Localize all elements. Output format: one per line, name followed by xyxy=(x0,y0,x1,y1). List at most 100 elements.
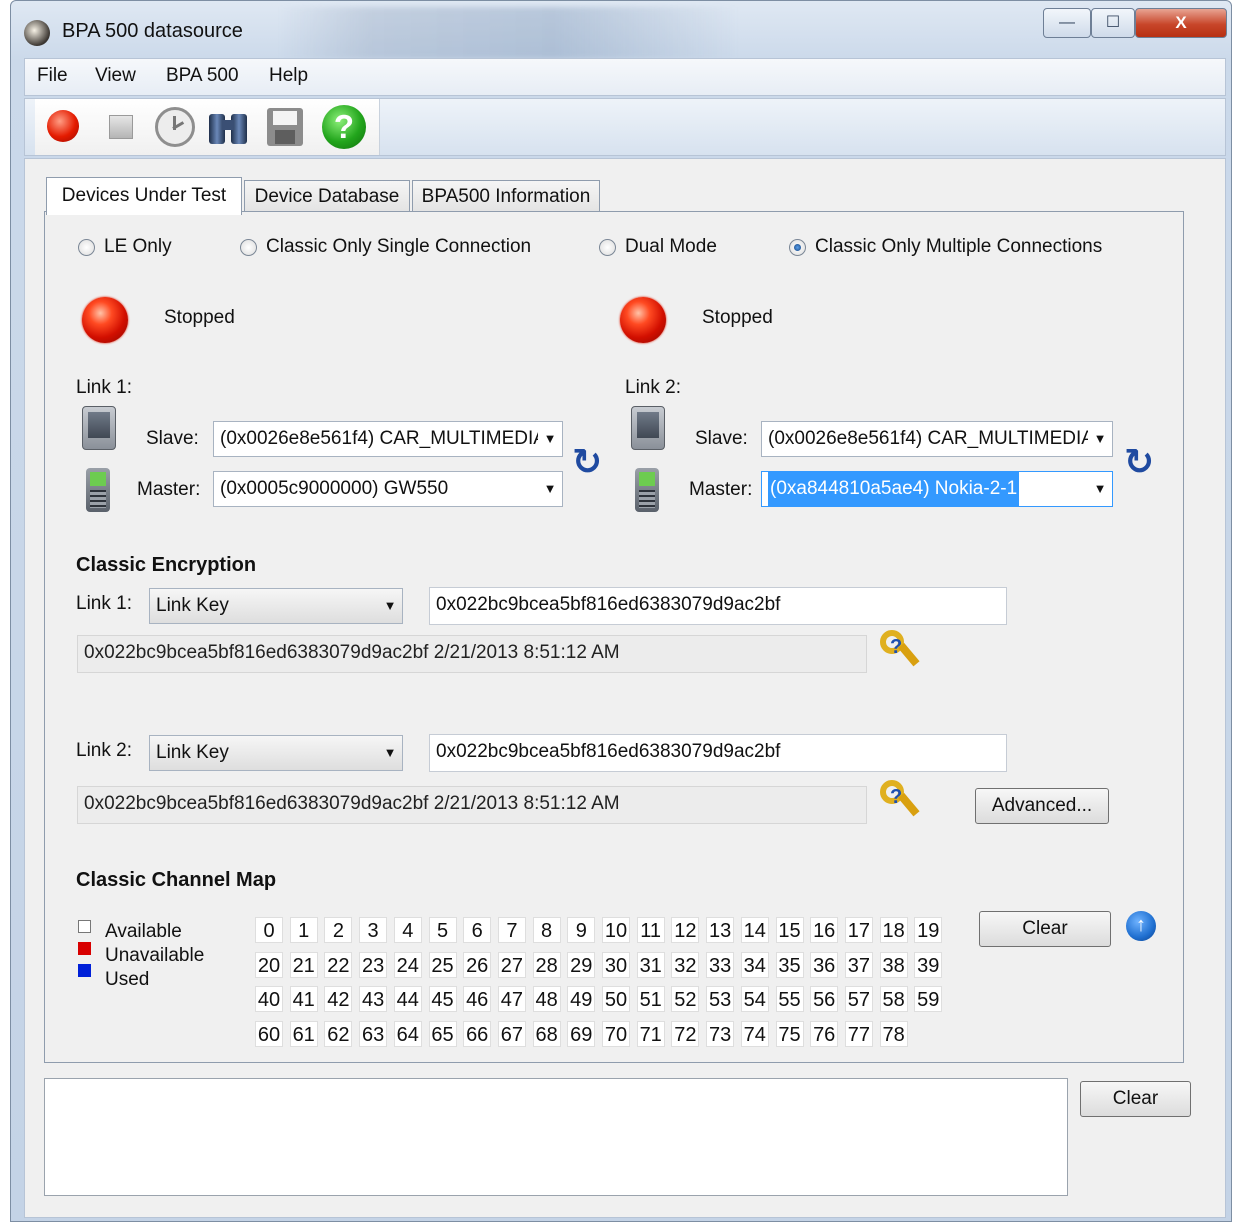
channel-clear-button[interactable]: Clear xyxy=(979,911,1111,947)
radio-dual-mode[interactable] xyxy=(599,239,616,256)
channel-cell[interactable]: 15 xyxy=(775,917,804,943)
close-button[interactable]: X xyxy=(1135,8,1227,38)
channel-cell[interactable]: 42 xyxy=(324,986,353,1012)
log-clear-button[interactable]: Clear xyxy=(1080,1081,1191,1117)
channel-cell[interactable]: 3 xyxy=(359,917,388,943)
channel-cell[interactable]: 32 xyxy=(671,951,700,978)
channel-cell[interactable]: 63 xyxy=(359,1020,388,1047)
channel-cell[interactable]: 7 xyxy=(497,917,526,943)
channel-cell[interactable]: 68 xyxy=(532,1020,561,1047)
channel-cell[interactable]: 12 xyxy=(671,917,700,943)
channel-cell[interactable]: 57 xyxy=(844,986,873,1012)
channel-cell[interactable]: 14 xyxy=(740,917,769,943)
channel-cell[interactable]: 37 xyxy=(844,951,873,978)
channel-cell[interactable]: 78 xyxy=(879,1020,908,1047)
channel-cell[interactable]: 48 xyxy=(532,986,561,1012)
channel-cell[interactable]: 49 xyxy=(567,986,596,1012)
channel-cell[interactable]: 72 xyxy=(671,1020,700,1047)
channel-cell[interactable]: 10 xyxy=(602,917,630,943)
channel-cell[interactable]: 58 xyxy=(879,986,908,1012)
log-output[interactable] xyxy=(44,1078,1068,1196)
save-icon[interactable] xyxy=(267,108,303,146)
link1-slave-select[interactable]: (0x0026e8e561f4) CAR_MULTIMEDIA ▼ xyxy=(213,421,563,457)
channel-cell[interactable]: 30 xyxy=(602,951,630,978)
channel-cell[interactable]: 52 xyxy=(671,986,700,1012)
tab-device-database[interactable]: Device Database xyxy=(244,180,410,212)
channel-cell[interactable]: 8 xyxy=(532,917,561,943)
tab-bpa500-information[interactable]: BPA500 Information xyxy=(412,180,600,212)
channel-cell[interactable]: 23 xyxy=(359,951,388,978)
channel-cell[interactable]: 61 xyxy=(289,1020,318,1047)
channel-cell[interactable]: 24 xyxy=(393,951,422,978)
channel-cell[interactable]: 56 xyxy=(810,986,839,1012)
enc-link1-key-input[interactable]: 0x022bc9bcea5bf816ed6383079d9ac2bf xyxy=(429,587,1007,625)
link1-swap-icon[interactable]: ↻ xyxy=(572,442,606,482)
channel-cell[interactable]: 44 xyxy=(393,986,422,1012)
channel-cell[interactable]: 1 xyxy=(289,917,318,943)
channel-cell[interactable]: 77 xyxy=(844,1020,873,1047)
help-icon[interactable]: ? xyxy=(322,105,366,149)
channel-cell[interactable]: 0 xyxy=(255,917,283,943)
radio-le-only[interactable] xyxy=(78,239,95,256)
link1-master-select[interactable]: (0x0005c9000000) GW550 ▼ xyxy=(213,471,563,507)
upload-icon[interactable]: ↑ xyxy=(1126,911,1156,941)
channel-cell[interactable]: 31 xyxy=(636,951,665,978)
channel-cell[interactable]: 70 xyxy=(602,1020,630,1047)
channel-cell[interactable]: 60 xyxy=(255,1020,283,1047)
channel-cell[interactable]: 46 xyxy=(463,986,492,1012)
channel-cell[interactable]: 13 xyxy=(706,917,735,943)
channel-cell[interactable]: 40 xyxy=(255,986,283,1012)
channel-cell[interactable]: 76 xyxy=(810,1020,839,1047)
link2-key-icon[interactable]: ? xyxy=(878,778,926,826)
channel-cell[interactable]: 59 xyxy=(914,986,943,1012)
radio-classic-single[interactable] xyxy=(240,239,257,256)
link2-slave-select[interactable]: (0x0026e8e561f4) CAR_MULTIMEDIA ▼ xyxy=(761,421,1113,457)
channel-cell[interactable]: 41 xyxy=(289,986,318,1012)
channel-cell[interactable]: 67 xyxy=(497,1020,526,1047)
channel-cell[interactable]: 25 xyxy=(428,951,457,978)
channel-cell[interactable]: 45 xyxy=(428,986,457,1012)
record-icon[interactable] xyxy=(47,110,79,142)
enc-link1-type-select[interactable]: Link Key ▼ xyxy=(149,588,403,624)
channel-cell[interactable]: 53 xyxy=(706,986,735,1012)
channel-cell[interactable]: 47 xyxy=(497,986,526,1012)
channel-cell[interactable]: 6 xyxy=(463,917,492,943)
channel-cell[interactable]: 9 xyxy=(567,917,596,943)
channel-cell[interactable]: 18 xyxy=(879,917,908,943)
channel-cell[interactable]: 27 xyxy=(497,951,526,978)
link2-swap-icon[interactable]: ↻ xyxy=(1124,442,1158,482)
channel-cell[interactable]: 28 xyxy=(532,951,561,978)
channel-cell[interactable]: 51 xyxy=(636,986,665,1012)
channel-cell[interactable]: 66 xyxy=(463,1020,492,1047)
menu-file[interactable]: File xyxy=(37,65,68,87)
tab-devices-under-test[interactable]: Devices Under Test xyxy=(46,177,242,215)
channel-cell[interactable]: 35 xyxy=(775,951,804,978)
enc-link2-type-select[interactable]: Link Key ▼ xyxy=(149,735,403,771)
channel-cell[interactable]: 29 xyxy=(567,951,596,978)
menu-help[interactable]: Help xyxy=(269,65,308,87)
channel-cell[interactable]: 26 xyxy=(463,951,492,978)
enc-link2-key-input[interactable]: 0x022bc9bcea5bf816ed6383079d9ac2bf xyxy=(429,734,1007,772)
channel-cell[interactable]: 16 xyxy=(810,917,839,943)
maximize-button[interactable]: ☐ xyxy=(1091,8,1135,38)
radio-classic-multiple[interactable] xyxy=(789,239,806,256)
channel-cell[interactable]: 62 xyxy=(324,1020,353,1047)
link2-master-select[interactable]: (0xa844810a5ae4) Nokia-2-1 ▼ xyxy=(761,471,1113,507)
channel-cell[interactable]: 17 xyxy=(844,917,873,943)
channel-cell[interactable]: 39 xyxy=(914,951,943,978)
channel-cell[interactable]: 19 xyxy=(914,917,943,943)
channel-cell[interactable]: 20 xyxy=(255,951,283,978)
channel-cell[interactable]: 33 xyxy=(706,951,735,978)
minimize-button[interactable]: — xyxy=(1043,8,1091,38)
channel-cell[interactable]: 50 xyxy=(602,986,630,1012)
stop-icon[interactable] xyxy=(109,115,133,139)
channel-cell[interactable]: 64 xyxy=(393,1020,422,1047)
channel-cell[interactable]: 36 xyxy=(810,951,839,978)
channel-cell[interactable]: 2 xyxy=(324,917,353,943)
channel-cell[interactable]: 55 xyxy=(775,986,804,1012)
menu-view[interactable]: View xyxy=(95,65,136,87)
channel-cell[interactable]: 11 xyxy=(636,917,665,943)
advanced-button[interactable]: Advanced... xyxy=(975,788,1109,824)
channel-cell[interactable]: 65 xyxy=(428,1020,457,1047)
clock-icon[interactable] xyxy=(155,107,195,147)
